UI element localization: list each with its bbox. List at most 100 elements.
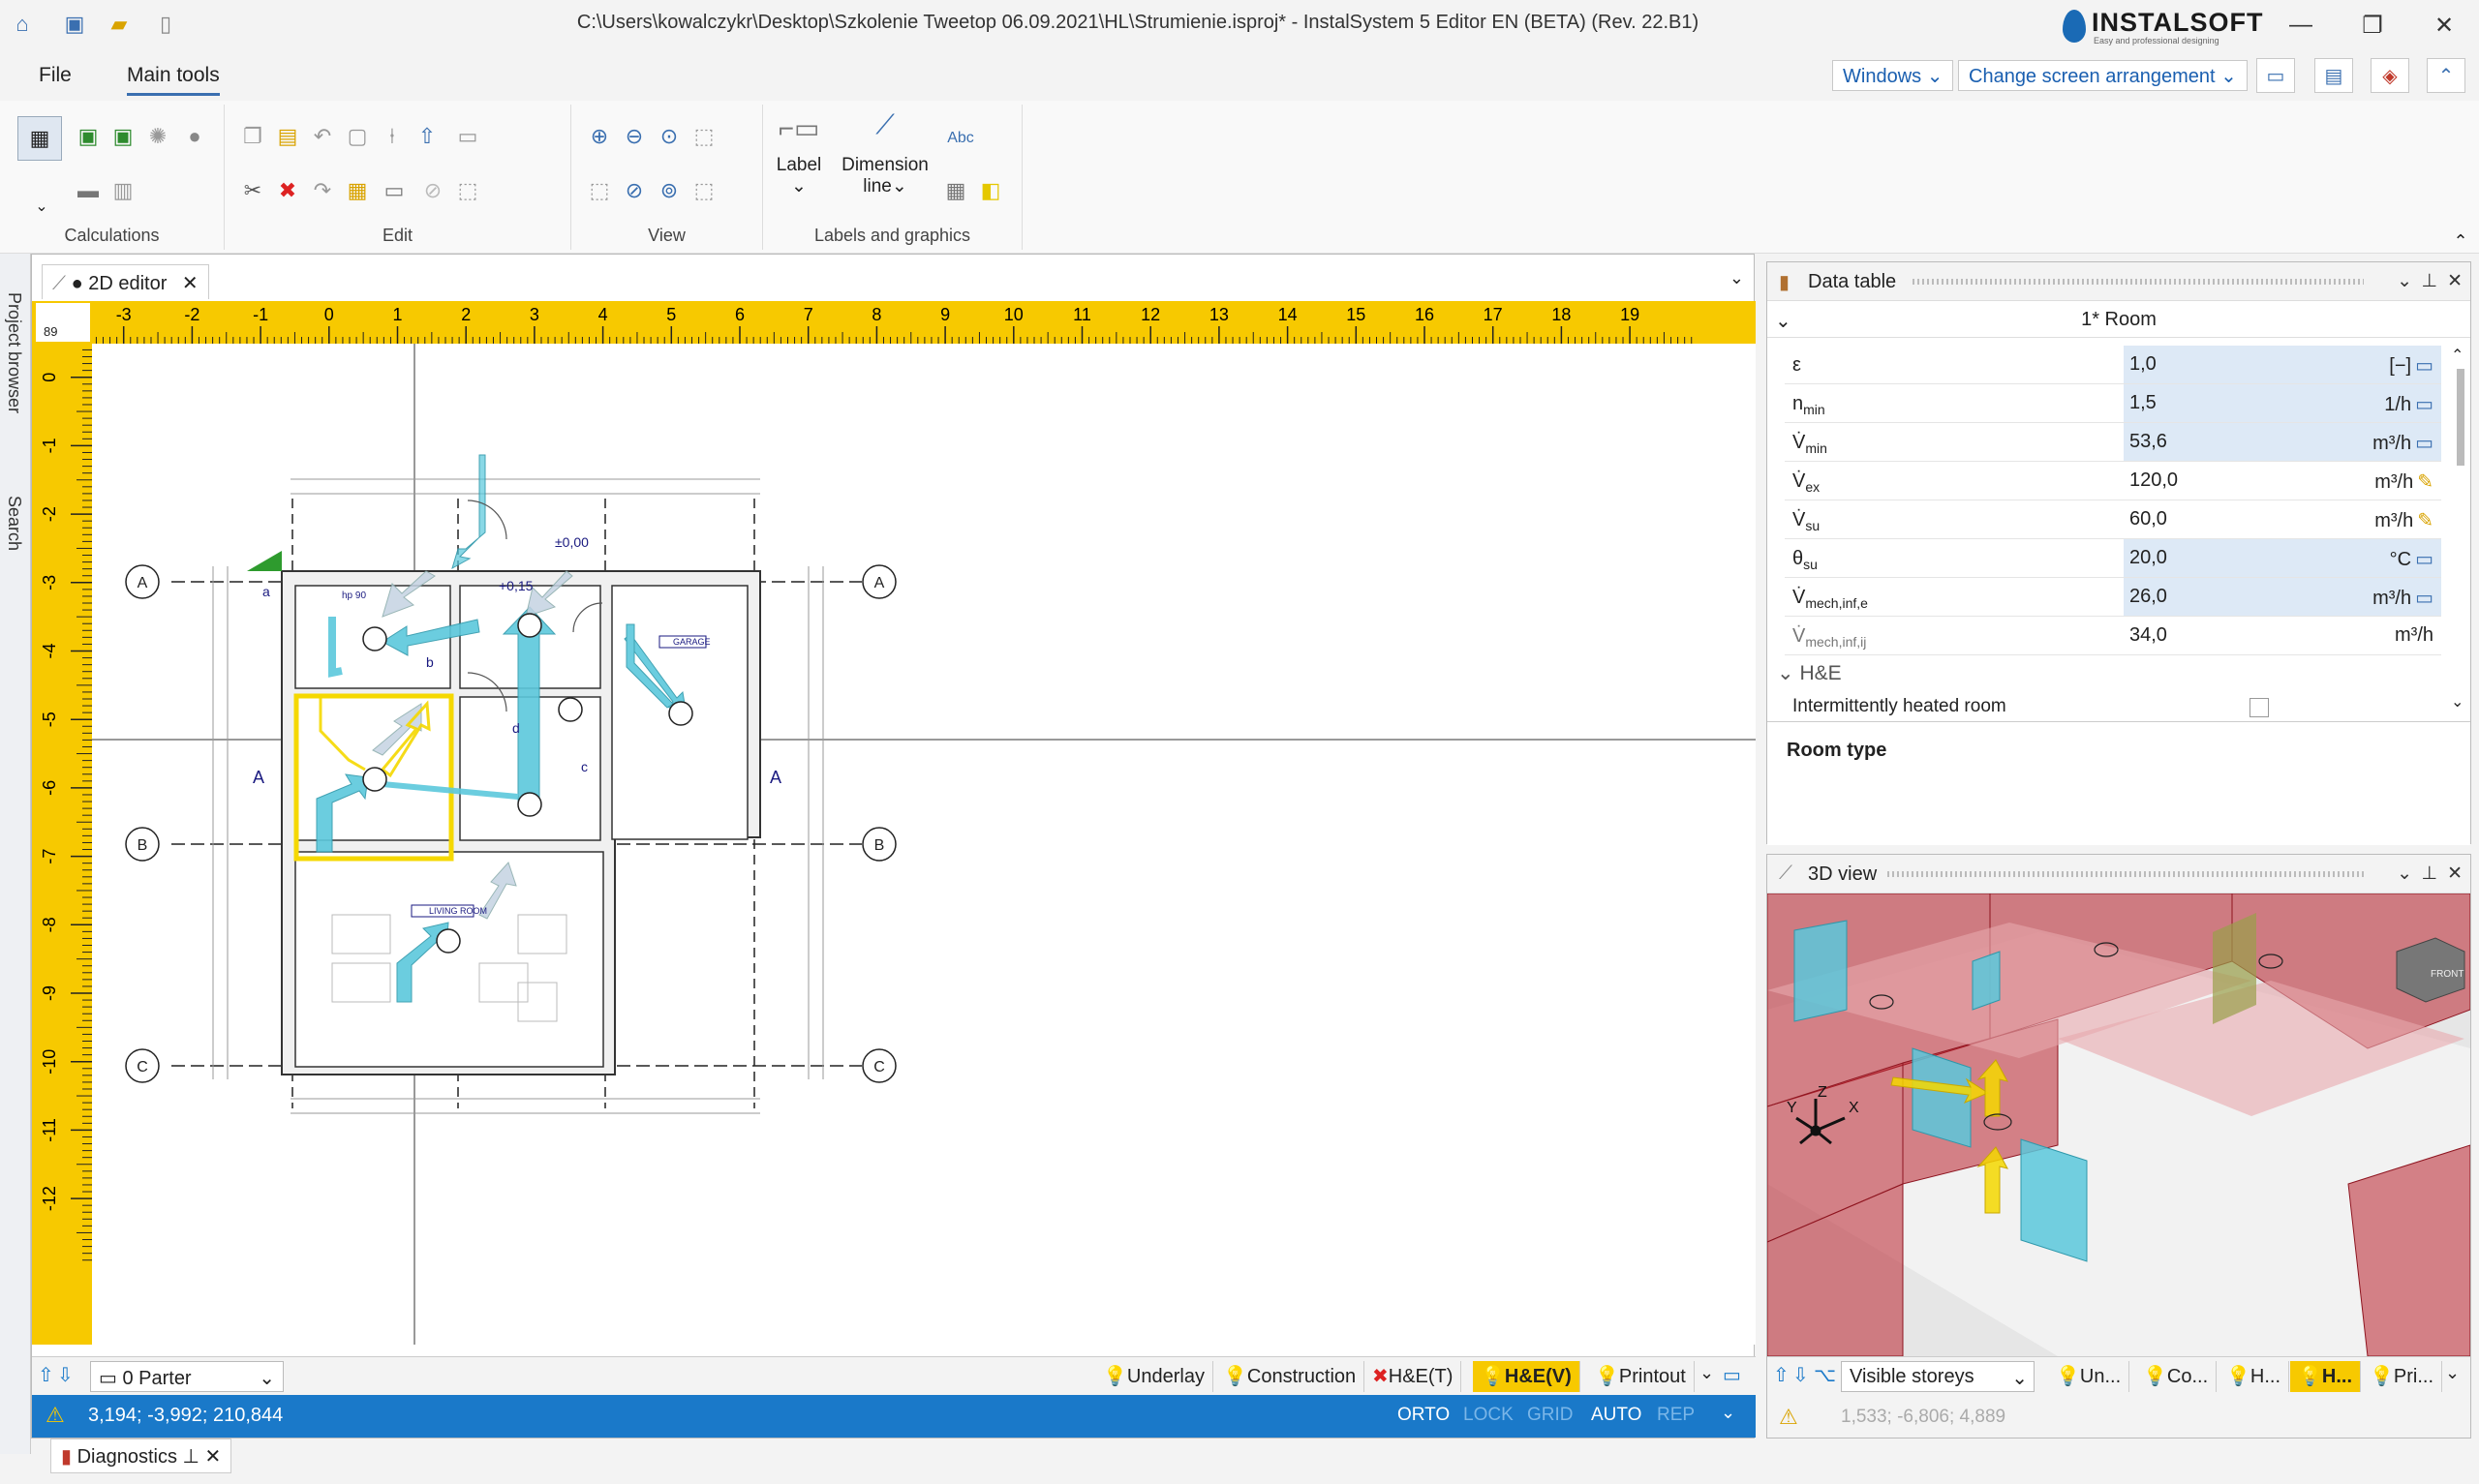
layers-chevron-icon[interactable]: ⌄ — [1699, 1363, 1714, 1383]
frame-icon[interactable]: ▢ — [343, 122, 372, 151]
param-value[interactable]: 1,5 1/h ▭ — [2124, 384, 2441, 422]
intermittent-checkbox[interactable] — [2249, 698, 2269, 717]
model-3d[interactable]: FRONT Z X Y — [1767, 893, 2470, 1356]
text-style-button[interactable]: Abc — [941, 124, 980, 153]
ventilation-icon[interactable]: ▣ — [108, 122, 138, 151]
close-button[interactable]: ✕ — [2415, 6, 2473, 45]
project-browser-tab[interactable]: Project browser — [4, 292, 24, 413]
minus-tool-icon[interactable]: ▬ — [74, 176, 103, 205]
diagnostics-close-icon[interactable]: ✕ — [205, 1446, 222, 1468]
home-icon[interactable]: ⌂ — [8, 10, 37, 39]
snap-flag-orto[interactable]: ORTO — [1397, 1405, 1450, 1426]
zoom-out-icon[interactable]: ⊖ — [620, 122, 649, 151]
fan-icon[interactable]: ✺ — [143, 122, 172, 151]
table-insert-icon[interactable]: ▦ — [941, 176, 970, 205]
pin-icon[interactable]: ⍿ — [378, 122, 407, 151]
snap-flag-grid[interactable]: GRID — [1527, 1405, 1574, 1426]
snap-flag-auto[interactable]: AUTO — [1591, 1405, 1641, 1426]
layer-he-v[interactable]: 💡H&E(V) — [1473, 1361, 1580, 1392]
param-value[interactable]: 60,0 m³/h ✎ — [2124, 500, 2441, 538]
note-icon[interactable]: ◧ — [976, 176, 1005, 205]
drawing-canvas[interactable]: A A B B C C GARAGE LIVING ROOM ±0,00 +0,… — [92, 344, 1756, 1345]
editor-menu-chevron-icon[interactable]: ⌄ — [1729, 268, 1744, 288]
diffuser[interactable] — [362, 626, 387, 651]
heat-icon[interactable]: ▣ — [74, 122, 103, 151]
param-value[interactable]: 34,0 m³/h — [2124, 617, 2441, 654]
snap-flag-rep[interactable]: REP — [1657, 1405, 1695, 1426]
panel-menu-chevron-icon[interactable]: ⌄ — [2397, 270, 2412, 292]
layer-he-t[interactable]: ✖H&E(T) — [1364, 1361, 1462, 1392]
zoom-window-icon[interactable]: ⬚ — [689, 122, 719, 151]
table-edit-icon[interactable]: ▭ — [453, 122, 482, 151]
view-options-icon[interactable]: ⬚ — [689, 176, 719, 205]
snap-flag-lock[interactable]: LOCK — [1463, 1405, 1514, 1426]
floor-plan[interactable]: A A B B C C GARAGE LIVING ROOM ±0,00 +0,… — [92, 344, 1756, 1345]
layers-settings-icon[interactable]: ▭ — [1723, 1363, 1741, 1387]
zoom-all-icon[interactable]: ⊚ — [655, 176, 684, 205]
scroll-up-icon[interactable]: ⌃ — [2451, 346, 2464, 365]
data-row[interactable]: V̇ex 120,0 m³/h ✎ — [1785, 462, 2441, 500]
view3d-layer-2[interactable]: 💡Co... — [2135, 1361, 2218, 1392]
view3d-warning-icon[interactable]: ⚠ — [1779, 1405, 1798, 1430]
view3d-up-icon[interactable]: ⇧ — [1773, 1363, 1790, 1387]
open-folder-icon[interactable]: ▰ — [105, 10, 134, 39]
zoom-in-icon[interactable]: ⊕ — [585, 122, 614, 151]
param-value[interactable]: 1,0 [−] ▭ — [2124, 346, 2441, 383]
data-row[interactable]: ε 1,0 [−] ▭ — [1785, 346, 2441, 384]
close-tab-icon[interactable]: ✕ — [182, 273, 199, 294]
copy-tool-icon[interactable]: ▥ — [108, 176, 138, 205]
maximize-button[interactable]: ❐ — [2343, 6, 2402, 45]
diffuser[interactable] — [436, 928, 461, 954]
view-3d-menu-icon[interactable]: ⌄ — [2397, 863, 2412, 885]
water-drop-icon[interactable]: ● — [180, 122, 209, 151]
paste-icon[interactable]: ▤ — [273, 122, 302, 151]
calculator-icon[interactable]: ▤ — [2314, 58, 2353, 93]
ruler-left[interactable]: 10-1-2-3-4-5-6-7-8-9-10-11-12 — [32, 344, 92, 1345]
align-icon[interactable]: ▭ — [380, 176, 409, 205]
redo-icon[interactable]: ↷ — [308, 176, 337, 205]
drop-settings-icon[interactable]: ◈ — [2371, 58, 2409, 93]
scrollbar-thumb[interactable] — [2457, 369, 2464, 466]
calculated-icon[interactable]: ▭ — [2415, 433, 2433, 454]
diffuser[interactable] — [362, 767, 387, 792]
select-area-icon[interactable]: ⬚ — [453, 176, 482, 205]
calculated-icon[interactable]: ▭ — [2415, 394, 2433, 415]
data-row[interactable]: θsu 20,0 °C ▭ — [1785, 539, 2441, 578]
he-section[interactable]: ⌄ H&E — [1777, 661, 1842, 685]
param-value[interactable]: 20,0 °C ▭ — [2124, 539, 2441, 577]
tab-2d-editor[interactable]: ⟋ ● 2D editor ✕ — [42, 264, 209, 299]
edit-pencil-icon[interactable]: ✎ — [2417, 471, 2433, 493]
undo-icon[interactable]: ↶ — [308, 122, 337, 151]
new-file-icon[interactable]: ▯ — [151, 10, 180, 39]
storey-down-icon[interactable]: ⇩ — [57, 1363, 74, 1387]
view-3d-close-icon[interactable]: ✕ — [2447, 863, 2463, 885]
view-3d-canvas[interactable]: FRONT Z X Y — [1767, 893, 2470, 1356]
param-value[interactable]: 26,0 m³/h ▭ — [2124, 578, 2441, 616]
delete-icon[interactable]: ✖ — [273, 176, 302, 205]
layer-underlay[interactable]: 💡Underlay — [1095, 1361, 1213, 1392]
move-icon[interactable]: ▦ — [343, 176, 372, 205]
view3d-chevron-icon[interactable]: ⌄ — [2445, 1363, 2460, 1383]
windows-dropdown[interactable]: Windows ⌄ — [1832, 60, 1954, 91]
ribbon-collapse-icon[interactable]: ⌃ — [2446, 227, 2475, 256]
view-3d-pin-icon[interactable]: ⊥ — [2421, 863, 2437, 885]
diagnostics-tab[interactable]: ▮ Diagnostics ⊥ ✕ — [50, 1439, 232, 1473]
minimize-button[interactable]: — — [2272, 6, 2330, 45]
search-tab[interactable]: Search — [4, 496, 24, 551]
pin-icon[interactable]: ⊥ — [2421, 270, 2437, 292]
zoom-fit-icon[interactable]: ⊙ — [655, 122, 684, 151]
cut-icon[interactable]: ✂ — [238, 176, 267, 205]
chevron-down-icon[interactable]: ⌄ — [27, 192, 56, 221]
param-value[interactable]: 120,0 m³/h ✎ — [2124, 462, 2441, 500]
storey-up-icon[interactable]: ⇧ — [38, 1363, 54, 1387]
diffuser[interactable] — [558, 697, 583, 722]
data-row[interactable]: V̇min 53,6 m³/h ▭ — [1785, 423, 2441, 462]
room-collapse-icon[interactable]: ⌄ — [1775, 309, 1791, 333]
monitor-icon[interactable]: ▭ — [2256, 58, 2295, 93]
data-row[interactable]: V̇mech,inf,e 26,0 m³/h ▭ — [1785, 578, 2441, 617]
menu-file[interactable]: File — [39, 64, 72, 87]
status-chevron-icon[interactable]: ⌄ — [1721, 1403, 1735, 1423]
room-header[interactable]: ⌄ 1* Room — [1767, 303, 2470, 338]
layer-construction[interactable]: 💡Construction — [1215, 1361, 1365, 1392]
diffuser[interactable] — [517, 792, 542, 817]
